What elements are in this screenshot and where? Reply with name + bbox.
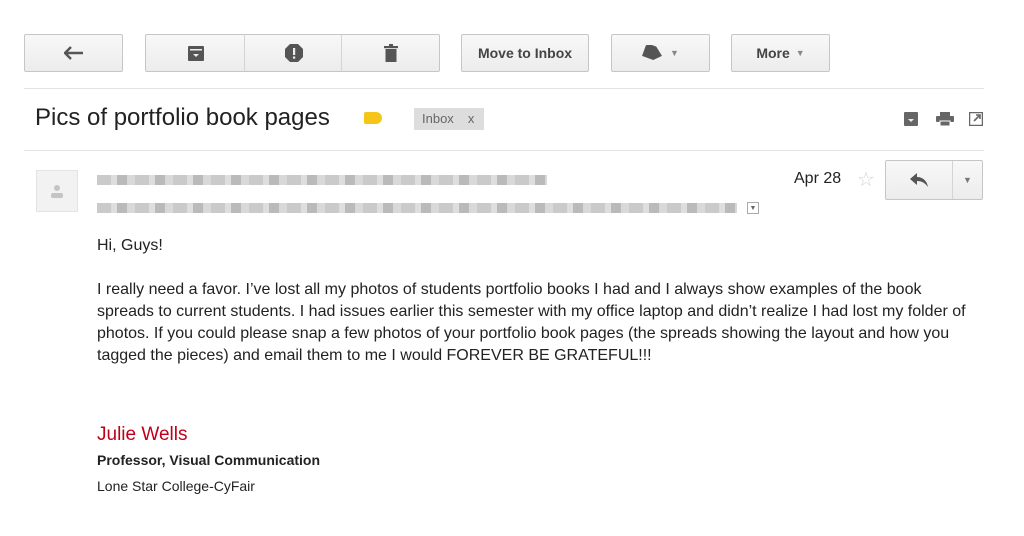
chevron-down-icon: ▼ — [963, 175, 972, 185]
reply-icon — [910, 173, 928, 187]
archive-all-icon[interactable] — [904, 112, 920, 128]
email-body: Hi, Guys! I really need a favor. I’ve lo… — [97, 235, 967, 367]
arrow-left-icon — [63, 46, 83, 60]
back-button[interactable] — [24, 34, 123, 72]
show-details-icon[interactable]: ▼ — [747, 202, 759, 214]
inbox-chip-remove[interactable]: x — [468, 111, 475, 130]
email-paragraph: I really need a favor. I’ve lost all my … — [97, 281, 966, 364]
sender-name-redacted — [97, 175, 547, 185]
signature-org: Lone Star College-CyFair — [97, 478, 255, 494]
report-spam-button[interactable] — [244, 34, 342, 72]
subject-divider — [24, 150, 984, 151]
inbox-chip-label: Inbox — [422, 111, 454, 126]
email-greeting: Hi, Guys! — [97, 237, 163, 254]
move-to-inbox-label: Move to Inbox — [477, 45, 573, 61]
reply-button[interactable] — [886, 161, 952, 199]
reply-button-group: ▼ — [885, 160, 983, 200]
labels-button[interactable]: ▼ — [611, 34, 710, 72]
avatar — [36, 170, 78, 212]
trash-icon — [383, 44, 398, 62]
inbox-label-chip: Inbox x — [414, 108, 485, 130]
print-icon[interactable] — [936, 112, 954, 128]
signature-title: Professor, Visual Communication — [97, 452, 321, 468]
person-icon — [51, 185, 63, 198]
email-subject: Pics of portfolio book pages — [35, 104, 330, 131]
delete-button[interactable] — [341, 34, 440, 72]
chevron-down-icon: ▼ — [795, 48, 805, 58]
more-label: More — [756, 45, 790, 61]
more-button[interactable]: More ▼ — [731, 34, 830, 72]
chevron-down-icon: ▼ — [670, 48, 679, 58]
star-icon[interactable]: ☆ — [857, 167, 875, 192]
label-tag-icon — [642, 45, 662, 60]
archive-button[interactable] — [145, 34, 245, 72]
reply-more-button[interactable]: ▼ — [952, 161, 982, 199]
importance-marker-icon[interactable] — [364, 112, 382, 124]
recipients-redacted — [97, 203, 737, 213]
signature-name: Julie Wells — [97, 424, 188, 445]
toolbar-divider — [24, 88, 984, 89]
email-date: Apr 28 — [794, 170, 842, 187]
archive-icon — [187, 45, 204, 61]
move-to-inbox-button[interactable]: Move to Inbox — [461, 34, 589, 72]
report-spam-icon — [284, 44, 303, 62]
open-new-window-icon[interactable] — [968, 111, 985, 128]
